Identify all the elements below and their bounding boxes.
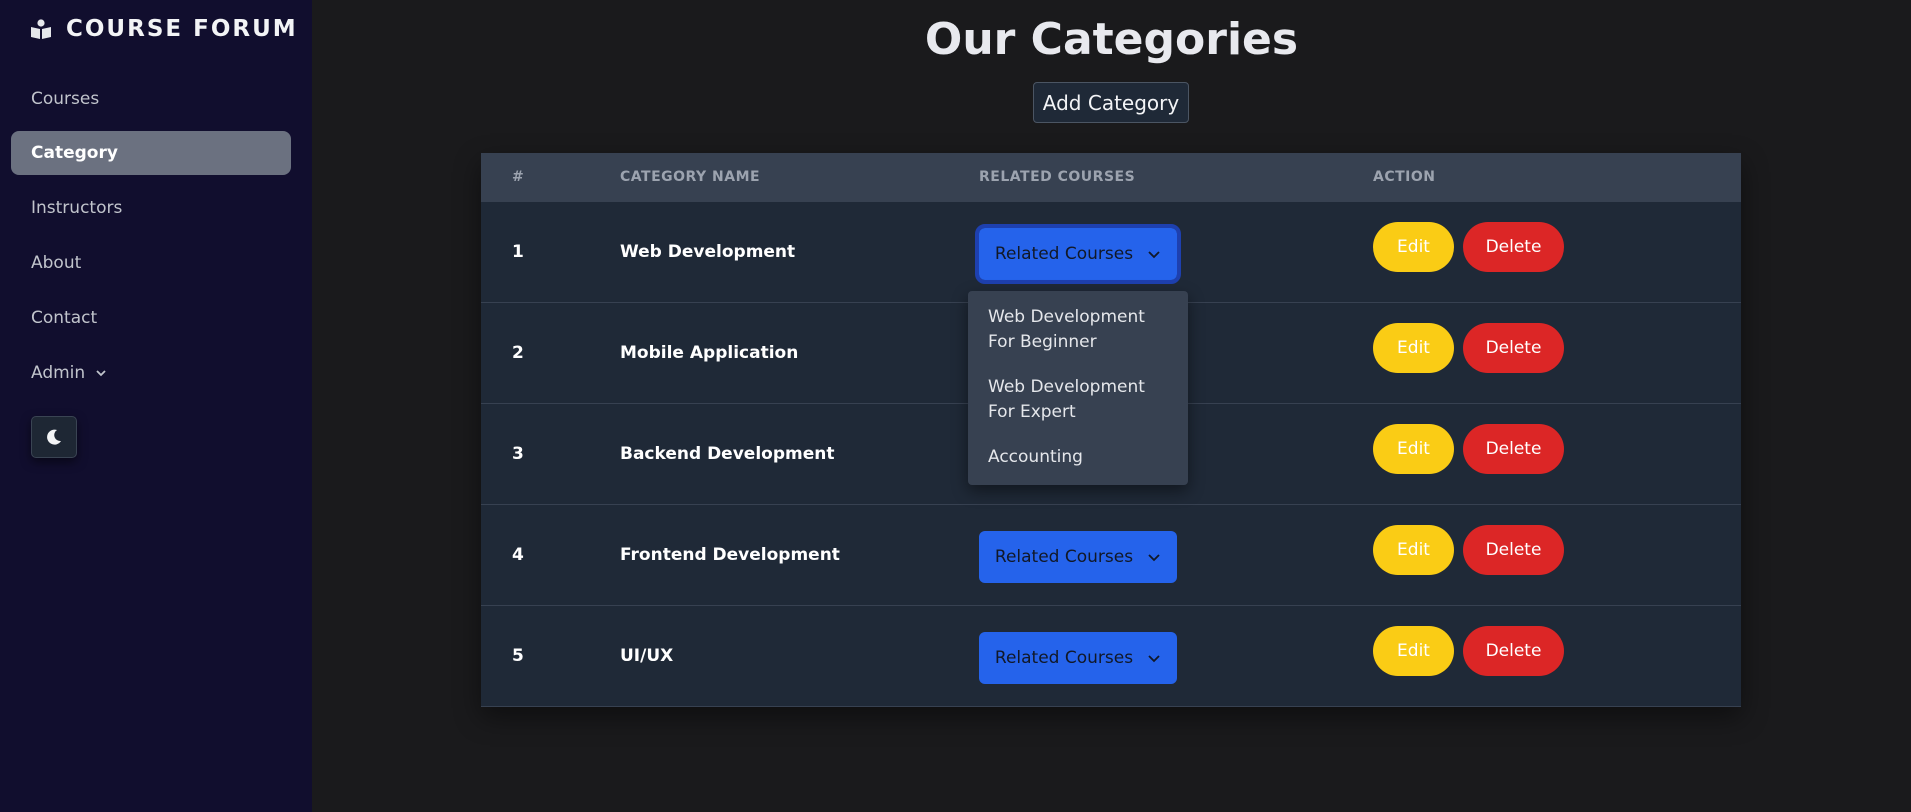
row-number: 3 bbox=[512, 444, 524, 464]
moon-icon bbox=[47, 429, 61, 445]
sidebar-item-label: Instructors bbox=[31, 198, 123, 218]
header-action: ACTION bbox=[1373, 169, 1436, 185]
header-number: # bbox=[512, 169, 525, 185]
delete-button[interactable]: Delete bbox=[1463, 323, 1564, 373]
sidebar-item-label: Admin bbox=[31, 363, 86, 383]
chevron-down-icon bbox=[1148, 251, 1160, 259]
related-courses-label: Related Courses bbox=[994, 547, 1134, 567]
sidebar-item-contact[interactable]: Contact bbox=[11, 296, 291, 340]
category-name: Mobile Application bbox=[620, 343, 799, 363]
sidebar-item-label: Contact bbox=[31, 308, 98, 328]
delete-button[interactable]: Delete bbox=[1463, 222, 1564, 272]
sidebar-item-courses[interactable]: Courses bbox=[11, 77, 291, 121]
table-header: # CATEGORY NAME RELATED COURSES ACTION bbox=[481, 153, 1741, 202]
add-category-button[interactable]: Add Category bbox=[1033, 82, 1189, 123]
table-row: 5 UI/UX Related Courses Edit Delete bbox=[481, 606, 1741, 707]
brand-name: COURSE FORUM bbox=[66, 16, 298, 42]
delete-button[interactable]: Delete bbox=[1463, 626, 1564, 676]
category-name: Web Development bbox=[620, 242, 796, 262]
header-related-courses: RELATED COURSES bbox=[979, 169, 1136, 185]
sidebar: COURSE FORUM Courses Category Instructor… bbox=[0, 0, 312, 812]
related-courses-button[interactable]: Related Courses bbox=[979, 531, 1177, 583]
delete-button[interactable]: Delete bbox=[1463, 525, 1564, 575]
table-row: 4 Frontend Development Related Courses E… bbox=[481, 505, 1741, 606]
related-courses-button[interactable]: Related Courses bbox=[975, 224, 1181, 284]
category-name: Backend Development bbox=[620, 444, 835, 464]
edit-button[interactable]: Edit bbox=[1373, 323, 1454, 373]
sidebar-item-admin[interactable]: Admin bbox=[11, 351, 291, 395]
brand[interactable]: COURSE FORUM bbox=[30, 14, 298, 44]
theme-toggle-button[interactable] bbox=[31, 416, 77, 458]
row-number: 1 bbox=[512, 242, 524, 262]
related-courses-label: Related Courses bbox=[994, 648, 1134, 668]
edit-button[interactable]: Edit bbox=[1373, 525, 1454, 575]
sidebar-item-label: Category bbox=[31, 143, 118, 163]
table-row: 1 Web Development Related Courses Edit D… bbox=[481, 202, 1741, 303]
edit-button[interactable]: Edit bbox=[1373, 626, 1454, 676]
related-courses-label: Related Courses bbox=[994, 244, 1134, 264]
row-number: 2 bbox=[512, 343, 524, 363]
book-reader-icon bbox=[31, 19, 51, 39]
chevron-down-icon bbox=[1148, 554, 1160, 562]
page-title: Our Categories bbox=[924, 14, 1299, 65]
sidebar-item-category[interactable]: Category bbox=[11, 131, 291, 175]
sidebar-item-label: About bbox=[31, 253, 82, 273]
header-category-name: CATEGORY NAME bbox=[620, 169, 761, 185]
sidebar-item-label: Courses bbox=[31, 89, 100, 109]
category-name: UI/UX bbox=[620, 646, 674, 666]
edit-button[interactable]: Edit bbox=[1373, 424, 1454, 474]
row-number: 4 bbox=[512, 545, 524, 565]
chevron-down-icon bbox=[96, 370, 106, 377]
row-number: 5 bbox=[512, 646, 524, 666]
dropdown-item[interactable]: Accounting bbox=[968, 445, 1188, 470]
sidebar-item-about[interactable]: About bbox=[11, 241, 291, 285]
sidebar-item-instructors[interactable]: Instructors bbox=[11, 186, 291, 230]
category-name: Frontend Development bbox=[620, 545, 840, 565]
related-courses-dropdown: Web Development For Beginner Web Develop… bbox=[968, 291, 1188, 485]
dropdown-item[interactable]: Web Development For Expert bbox=[968, 375, 1188, 425]
chevron-down-icon bbox=[1148, 655, 1160, 663]
related-courses-button[interactable]: Related Courses bbox=[979, 632, 1177, 684]
edit-button[interactable]: Edit bbox=[1373, 222, 1454, 272]
dropdown-item[interactable]: Web Development For Beginner bbox=[968, 305, 1188, 355]
delete-button[interactable]: Delete bbox=[1463, 424, 1564, 474]
